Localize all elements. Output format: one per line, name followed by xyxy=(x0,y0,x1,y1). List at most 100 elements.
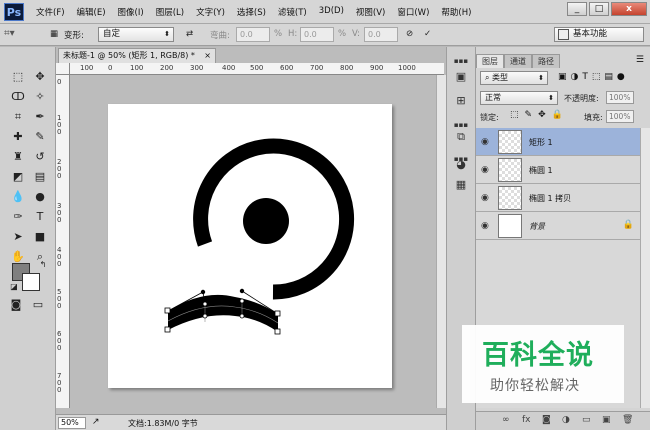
rectangle-tool-icon[interactable]: ■ xyxy=(30,229,50,245)
menu-layer[interactable]: 图层(L) xyxy=(156,6,184,18)
maximize-button[interactable]: □ xyxy=(589,2,609,16)
gradient-tool-icon[interactable]: ▤ xyxy=(30,169,50,185)
pen-tool-icon[interactable]: ✑ xyxy=(8,209,28,225)
warp-control-point[interactable] xyxy=(202,313,208,319)
smart-object-filter-icon[interactable]: ▤ xyxy=(604,72,613,82)
filter-toggle-icon[interactable]: ● xyxy=(617,72,625,82)
magic-wand-tool-icon[interactable]: ✧ xyxy=(30,89,50,105)
horizontal-ruler[interactable]: 100 0 100 200 300 400 500 600 700 800 90… xyxy=(70,63,444,75)
type-tool-icon[interactable]: T xyxy=(30,209,50,225)
dodge-tool-icon[interactable]: ● xyxy=(30,189,50,205)
lock-pixels-icon[interactable]: ✎ xyxy=(525,110,533,120)
zoom-level-field[interactable]: 50% xyxy=(58,417,86,429)
properties-panel-icon[interactable]: ⊞ xyxy=(452,93,470,109)
new-layer-icon[interactable]: ▣ xyxy=(602,415,611,425)
swatches-panel-icon[interactable]: ▦ xyxy=(452,177,470,193)
blend-mode-select[interactable]: 正常 ⬍ xyxy=(480,91,558,105)
filter-type-select[interactable]: ⌕ 类型 ⬍ xyxy=(480,71,548,85)
menu-view[interactable]: 视图(V) xyxy=(356,6,385,18)
clone-stamp-tool-icon[interactable]: ♜ xyxy=(8,149,28,165)
path-selection-tool-icon[interactable]: ➤ xyxy=(8,229,28,245)
tab-paths[interactable]: 路径 xyxy=(532,54,560,68)
group-icon[interactable]: ▭ xyxy=(582,415,591,425)
menu-filter[interactable]: 滤镜(T) xyxy=(278,6,307,18)
panel-menu-icon[interactable]: ☰ xyxy=(636,55,644,65)
warp-style-select[interactable]: 自定 ⬍ xyxy=(98,27,174,42)
menu-file[interactable]: 文件(F) xyxy=(36,6,65,18)
screen-mode-icon[interactable]: ▭ xyxy=(28,297,48,313)
background-color-swatch[interactable] xyxy=(22,273,40,291)
trash-icon[interactable]: 🗑 xyxy=(622,415,633,425)
minimize-button[interactable]: _ xyxy=(567,2,587,16)
move-tool-icon[interactable]: ✥ xyxy=(30,69,50,85)
ruler-origin[interactable] xyxy=(56,63,70,75)
healing-brush-tool-icon[interactable]: ✚ xyxy=(8,129,28,145)
canvas[interactable] xyxy=(108,104,392,388)
close-button[interactable]: x xyxy=(611,2,647,16)
document-tab[interactable]: 未标题-1 @ 50% (矩形 1, RGB/8) * × xyxy=(58,48,216,63)
adjustment-icon[interactable]: ◑ xyxy=(562,415,570,425)
workspace-select[interactable]: 基本功能 xyxy=(554,27,644,42)
history-brush-tool-icon[interactable]: ↺ xyxy=(30,149,50,165)
vertical-ruler[interactable]: 0 1 0 0 2 0 0 3 0 0 4 0 0 5 0 0 6 0 0 7 … xyxy=(56,75,70,408)
history-panel-icon[interactable]: ▣ xyxy=(452,69,470,85)
layer-row-ellipse-1-copy[interactable]: ◉ 椭圆 1 拷贝 xyxy=(476,184,640,212)
layers-scrollbar[interactable] xyxy=(640,128,650,408)
type-filter-icon[interactable]: T xyxy=(582,72,588,82)
eyedropper-tool-icon[interactable]: ✒ xyxy=(30,109,50,125)
warp-control-point[interactable] xyxy=(239,313,245,319)
lock-transparency-icon[interactable]: ⬚ xyxy=(510,110,519,120)
tool-preset-icon[interactable]: ⌗▾ xyxy=(4,28,15,39)
menu-image[interactable]: 图像(I) xyxy=(118,6,144,18)
menu-edit[interactable]: 编辑(E) xyxy=(77,6,106,18)
layer-row-background[interactable]: ◉ 背景 🔒 xyxy=(476,212,640,240)
vertical-scrollbar[interactable] xyxy=(436,75,446,408)
lock-all-icon[interactable]: 🔒 xyxy=(552,110,563,120)
warp-anchor[interactable] xyxy=(274,310,281,317)
close-document-icon[interactable]: × xyxy=(204,49,211,63)
export-icon[interactable]: ↗ xyxy=(92,417,100,427)
warp-control-point[interactable] xyxy=(239,288,245,294)
eraser-tool-icon[interactable]: ◩ xyxy=(8,169,28,185)
color-panel-icon[interactable]: ◕ xyxy=(452,157,470,173)
warp-orientation-icon[interactable]: ⇄ xyxy=(186,29,193,39)
cancel-transform-icon[interactable]: ⊘ xyxy=(406,29,413,39)
v-distortion-field[interactable]: 0.0 xyxy=(364,27,398,42)
tab-channels[interactable]: 通道 xyxy=(504,54,532,68)
bend-field[interactable]: 0.0 xyxy=(236,27,270,42)
warp-anchor[interactable] xyxy=(274,328,281,335)
menu-help[interactable]: 帮助(H) xyxy=(441,6,471,18)
dock-grip-icon[interactable]: ▪▪▪ xyxy=(452,53,470,69)
blur-tool-icon[interactable]: 💧 xyxy=(8,189,28,205)
fx-icon[interactable]: fx xyxy=(522,415,531,425)
crop-tool-icon[interactable]: ⌗ xyxy=(8,109,28,125)
menu-type[interactable]: 文字(Y) xyxy=(196,6,225,18)
lock-position-icon[interactable]: ✥ xyxy=(538,110,546,120)
character-panel-icon[interactable]: ⧉ xyxy=(452,129,470,145)
layer-row-ellipse-1[interactable]: ◉ 椭圆 1 xyxy=(476,156,640,184)
menu-select[interactable]: 选择(S) xyxy=(237,6,266,18)
lasso-tool-icon[interactable]: ↀ xyxy=(8,89,28,105)
menu-window[interactable]: 窗口(W) xyxy=(397,6,429,18)
warp-anchor[interactable] xyxy=(164,326,171,333)
warp-anchor[interactable] xyxy=(164,307,171,314)
tab-layers[interactable]: 图层 xyxy=(476,54,504,68)
link-icon[interactable]: ∞ xyxy=(502,415,510,425)
visibility-eye-icon[interactable]: ◉ xyxy=(481,193,489,203)
warp-control-point[interactable] xyxy=(202,301,208,307)
shape-filter-icon[interactable]: ⬚ xyxy=(592,72,601,82)
layer-row-rectangle-1[interactable]: ◉ 矩形 1 xyxy=(476,128,640,156)
menu-3d[interactable]: 3D(D) xyxy=(319,6,344,18)
default-colors-icon[interactable]: ◪ xyxy=(4,279,24,295)
warp-control-point[interactable] xyxy=(239,298,245,304)
warp-control-point[interactable] xyxy=(200,289,206,295)
opacity-field[interactable]: 100% xyxy=(606,91,634,104)
quick-mask-icon[interactable]: ◙ xyxy=(6,297,26,313)
pixel-filter-icon[interactable]: ▣ xyxy=(558,72,567,82)
fill-field[interactable]: 100% xyxy=(606,110,634,123)
document-info[interactable]: 文档:1.83M/0 字节 xyxy=(128,418,198,429)
brush-tool-icon[interactable]: ✎ xyxy=(30,129,50,145)
commit-transform-icon[interactable]: ✓ xyxy=(424,29,431,39)
visibility-eye-icon[interactable]: ◉ xyxy=(481,137,489,147)
adjustment-filter-icon[interactable]: ◑ xyxy=(571,72,579,82)
